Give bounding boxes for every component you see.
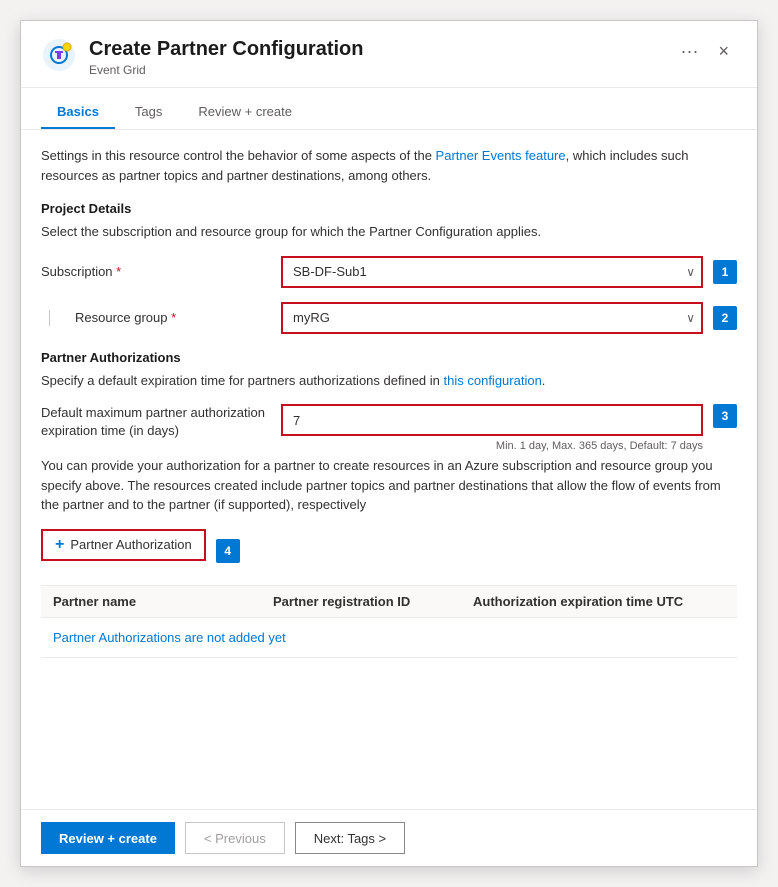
subscription-control: SB-DF-Sub1 ∨ [281, 256, 703, 288]
table-header: Partner name Partner registration ID Aut… [41, 586, 737, 618]
tab-tags[interactable]: Tags [119, 96, 178, 129]
partner-authorizations-title: Partner Authorizations [41, 350, 737, 365]
empty-table-link[interactable]: Partner Authorizations are not added yet [53, 630, 286, 645]
subscription-label: Subscription * [41, 264, 281, 279]
subscription-row: Subscription * SB-DF-Sub1 ∨ 1 [41, 256, 737, 288]
this-configuration-link[interactable]: this configuration [444, 373, 542, 388]
resource-group-select[interactable]: myRG [281, 302, 703, 334]
dialog-menu-button[interactable]: ··· [673, 37, 707, 66]
project-details-desc: Select the subscription and resource gro… [41, 222, 737, 242]
expiration-input[interactable] [281, 404, 703, 436]
previous-button[interactable]: < Previous [185, 822, 285, 854]
tab-review-create[interactable]: Review + create [182, 96, 308, 129]
event-grid-icon [41, 37, 77, 73]
subscription-required: * [116, 264, 121, 279]
expiration-label: Default maximum partner authorization ex… [41, 404, 281, 440]
review-create-button[interactable]: Review + create [41, 822, 175, 854]
dialog-close-button[interactable]: × [710, 37, 737, 66]
create-partner-dialog: Create Partner Configuration Event Grid … [20, 20, 758, 867]
add-auth-badge: 4 [216, 539, 240, 563]
dialog-body: Settings in this resource control the be… [21, 130, 757, 809]
plus-icon: + [55, 536, 64, 554]
dialog-title: Create Partner Configuration [89, 37, 665, 61]
dialog-subtitle: Event Grid [89, 63, 665, 77]
tree-indent [49, 310, 69, 326]
resource-group-row: Resource group * myRG ∨ 2 [41, 302, 737, 334]
dialog-tabs: Basics Tags Review + create [21, 96, 757, 130]
expiration-hint: Min. 1 day, Max. 365 days, Default: 7 da… [281, 440, 703, 452]
table-empty-message: Partner Authorizations are not added yet [41, 618, 737, 657]
next-tags-button[interactable]: Next: Tags > [295, 822, 405, 854]
dialog-footer: Review + create < Previous Next: Tags > [21, 809, 757, 866]
resource-group-badge: 2 [713, 306, 737, 330]
subscription-badge: 1 [713, 260, 737, 284]
col-partner-name: Partner name [41, 594, 261, 609]
col-exp-time: Authorization expiration time UTC [461, 594, 737, 609]
resource-group-label-wrapper: Resource group * [41, 310, 281, 326]
intro-text: Settings in this resource control the be… [41, 146, 737, 185]
add-auth-button-label: Partner Authorization [70, 537, 191, 552]
col-reg-id: Partner registration ID [261, 594, 461, 609]
partner-auth-info-text: You can provide your authorization for a… [41, 456, 737, 515]
add-partner-authorization-button[interactable]: + Partner Authorization [41, 529, 206, 561]
partner-authorizations-desc: Specify a default expiration time for pa… [41, 371, 737, 391]
expiration-badge: 3 [713, 404, 737, 428]
resource-group-required: * [171, 310, 176, 325]
partner-events-link[interactable]: Partner Events feature [436, 148, 566, 163]
expiration-input-wrapper: Min. 1 day, Max. 365 days, Default: 7 da… [281, 404, 703, 452]
expiration-row: Default maximum partner authorization ex… [41, 404, 737, 452]
resource-group-label: Resource group * [75, 310, 176, 325]
project-details-title: Project Details [41, 201, 737, 216]
dialog-header: Create Partner Configuration Event Grid … [21, 21, 757, 88]
partner-auth-table: Partner name Partner registration ID Aut… [41, 585, 737, 658]
tab-basics[interactable]: Basics [41, 96, 115, 129]
resource-group-control: myRG ∨ [281, 302, 703, 334]
dialog-title-block: Create Partner Configuration Event Grid [89, 37, 665, 77]
subscription-select[interactable]: SB-DF-Sub1 [281, 256, 703, 288]
